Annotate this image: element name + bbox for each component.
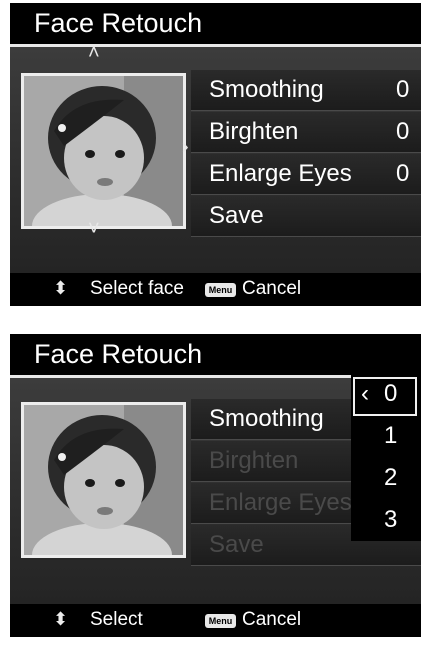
menu-label: Birghten bbox=[209, 118, 299, 145]
title-bar: Face Retouch bbox=[10, 3, 421, 44]
face-thumbnail[interactable] bbox=[21, 73, 186, 229]
select-hint: Select bbox=[90, 609, 143, 630]
face-retouch-screen-1: Face Retouch ˄ › ˅ Smoothing 0 Birghten … bbox=[10, 3, 421, 306]
portrait-image bbox=[24, 405, 183, 555]
face-thumbnail bbox=[21, 402, 186, 558]
cancel-hint: Cancel bbox=[242, 609, 302, 630]
title-bar: Face Retouch bbox=[10, 334, 421, 375]
cancel-hint: Cancel bbox=[242, 278, 302, 299]
menu-label: Enlarge Eyes bbox=[209, 489, 352, 516]
menu-label: Save bbox=[209, 202, 264, 229]
chevron-left-icon[interactable]: ‹ bbox=[361, 380, 369, 408]
up-down-arrows-icon: ⬍ bbox=[53, 609, 69, 629]
option-1[interactable]: 1 bbox=[384, 422, 397, 450]
menu-item-birghten[interactable]: Birghten 0 bbox=[191, 112, 421, 153]
menu-label: Save bbox=[209, 531, 264, 558]
chevron-up-icon[interactable]: ˄ bbox=[88, 43, 100, 63]
page-title: Face Retouch bbox=[34, 8, 203, 38]
menu-value: 0 bbox=[396, 118, 410, 145]
menu-button-icon[interactable]: Menu bbox=[205, 614, 236, 628]
portrait-image bbox=[24, 76, 183, 226]
option-2[interactable]: 2 bbox=[384, 464, 397, 492]
chevron-down-icon[interactable]: ˅ bbox=[88, 219, 100, 239]
menu-item-save[interactable]: Save bbox=[191, 196, 421, 237]
menu-item-enlarge-eyes[interactable]: Enlarge Eyes 0 bbox=[191, 154, 421, 195]
page-title: Face Retouch bbox=[34, 339, 203, 369]
footer-bar: ⬍ Select face Menu Cancel bbox=[10, 273, 421, 306]
menu-label: Smoothing bbox=[209, 405, 324, 432]
select-face-hint: Select face bbox=[90, 278, 184, 299]
face-retouch-screen-2: Face Retouch Smoothing Birghten Enlarge … bbox=[10, 334, 421, 637]
menu-button-icon[interactable]: Menu bbox=[205, 283, 236, 297]
option-3[interactable]: 3 bbox=[384, 506, 397, 534]
menu-label: Enlarge Eyes bbox=[209, 160, 352, 187]
value-dropdown[interactable]: ‹ 0 1 2 3 bbox=[351, 375, 421, 541]
chevron-right-icon[interactable]: › bbox=[182, 137, 189, 157]
menu-label: Smoothing bbox=[209, 76, 324, 103]
menu-value: 0 bbox=[396, 160, 410, 187]
menu-value: 0 bbox=[396, 76, 410, 103]
option-0[interactable]: 0 bbox=[384, 380, 397, 408]
up-down-arrows-icon: ⬍ bbox=[53, 278, 69, 298]
menu-item-smoothing[interactable]: Smoothing 0 bbox=[191, 70, 421, 111]
footer-bar: ⬍ Select Menu Cancel bbox=[10, 604, 421, 637]
content-area: ˄ › ˅ Smoothing 0 Birghten 0 Enlarge Eye… bbox=[10, 43, 421, 273]
menu-label: Birghten bbox=[209, 447, 299, 474]
